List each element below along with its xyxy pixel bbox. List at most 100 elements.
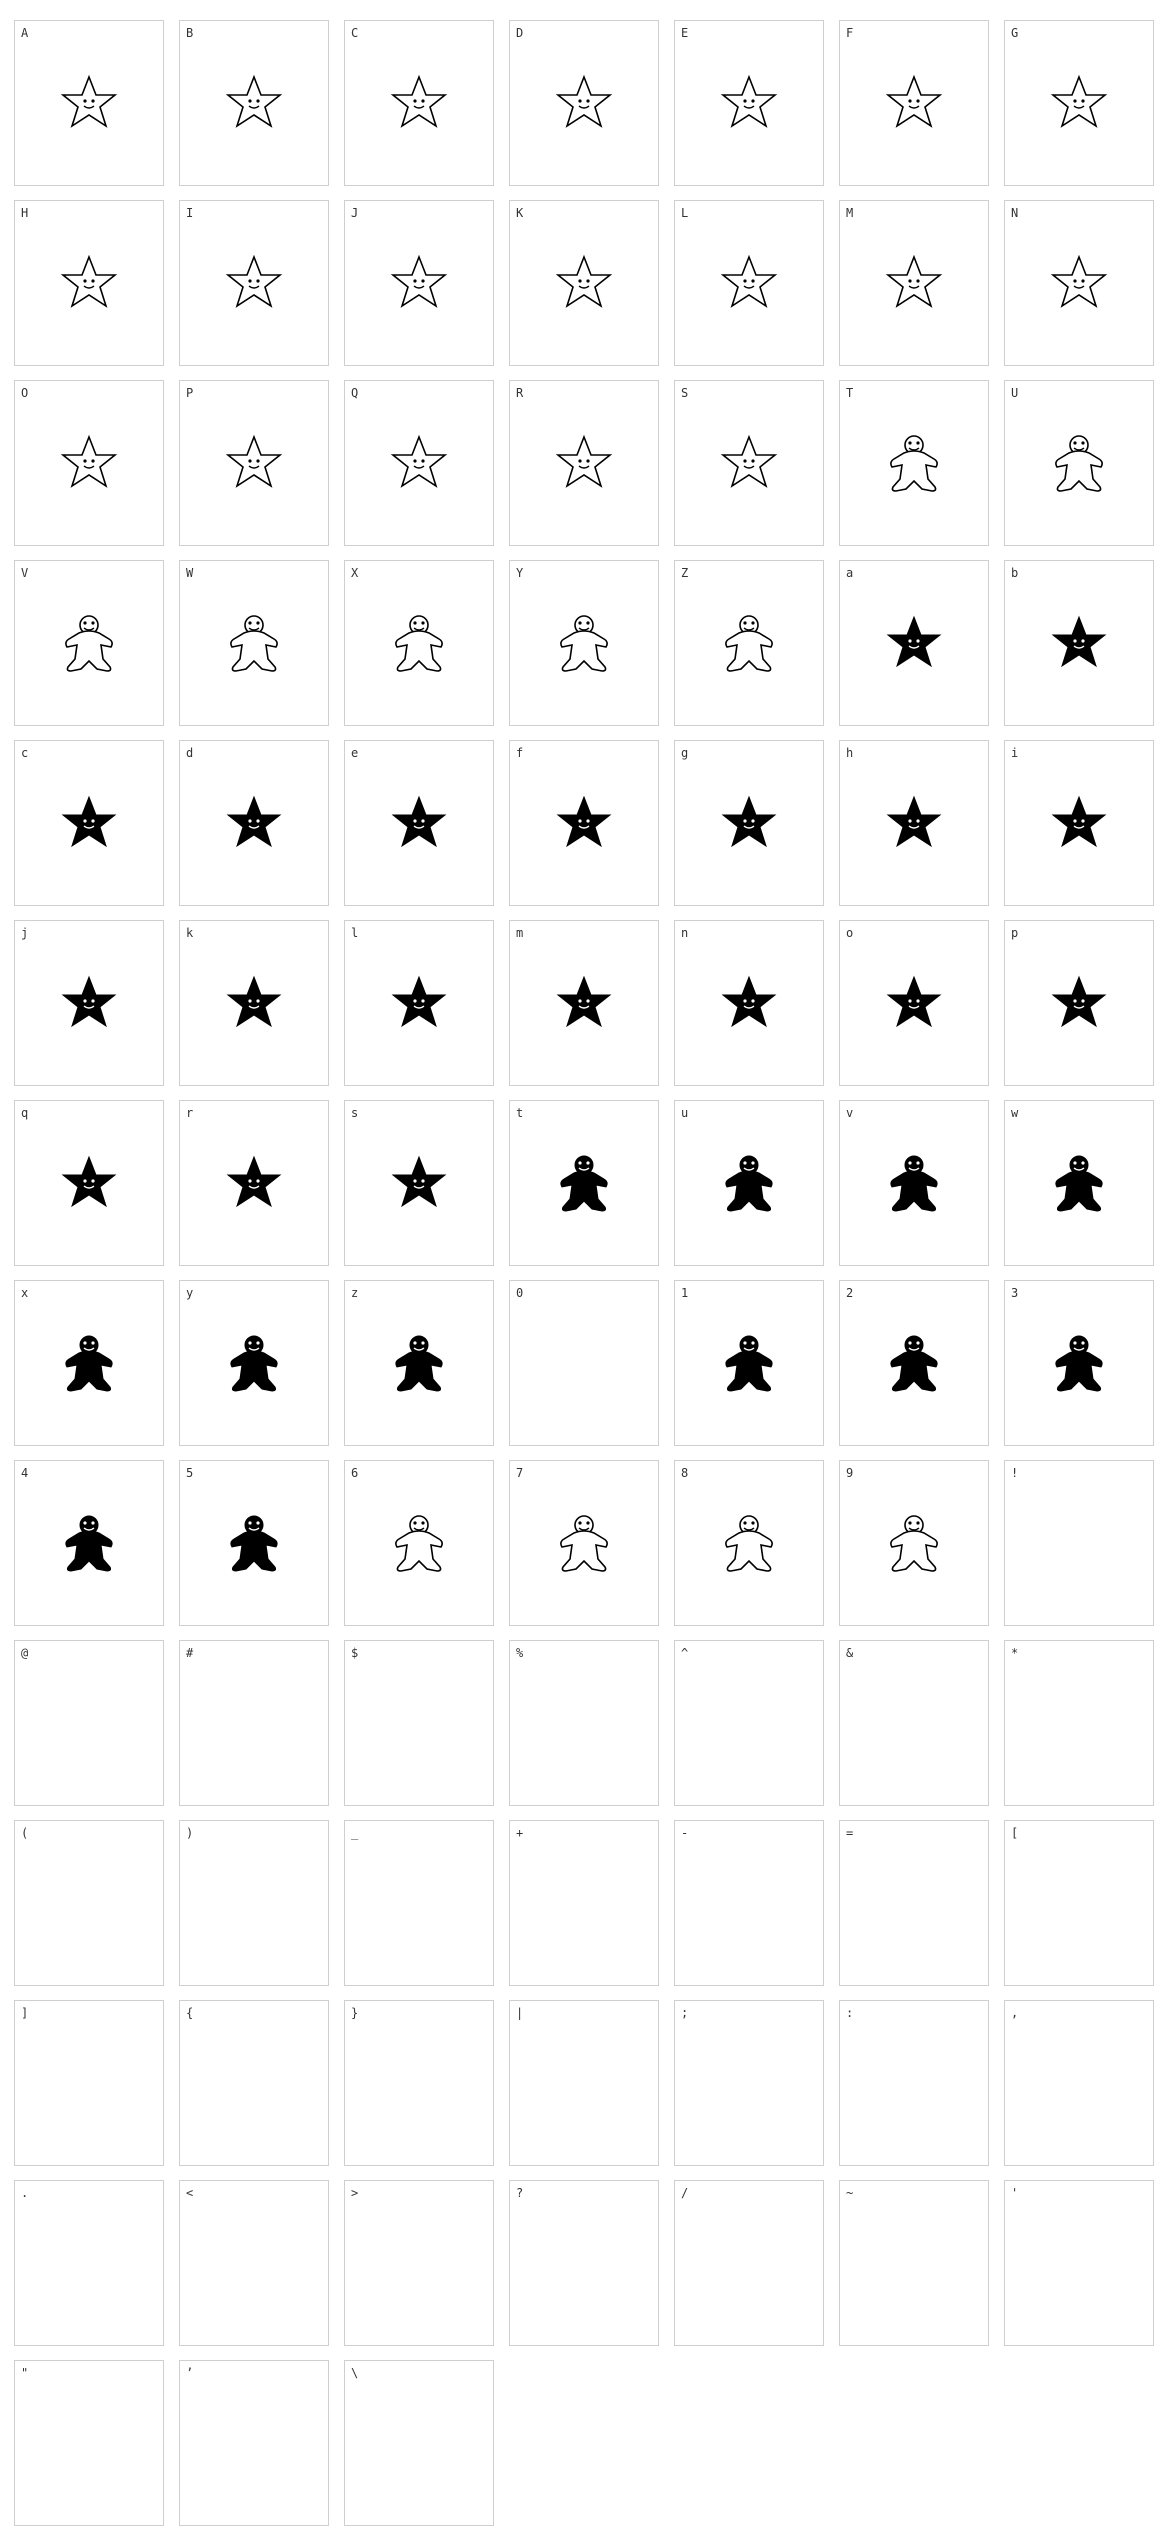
glyph-cell: =: [839, 1820, 989, 1986]
glyph-cell-label: Z: [681, 566, 689, 580]
star-filled-icon: [557, 976, 611, 1027]
glyph-cell-label: +: [516, 1826, 524, 1840]
star-filled-icon: [62, 976, 116, 1027]
glyph-cell: 7: [509, 1460, 659, 1626]
star-filled-icon: [392, 796, 446, 847]
glyph-cell: e: [344, 740, 494, 906]
glyph-cell: <: [179, 2180, 329, 2346]
glyph-cell-label: X: [351, 566, 359, 580]
glyph-cell: J: [344, 200, 494, 366]
glyph-cell: x: [14, 1280, 164, 1446]
star-filled-icon: [887, 616, 941, 667]
glyph-cell-label: u: [681, 1106, 689, 1120]
glyph-cell: a: [839, 560, 989, 726]
gingerbread-filled-icon: [1055, 1335, 1103, 1392]
glyph-cell-label: .: [21, 2186, 29, 2200]
glyph-cell-label: 8: [681, 1466, 689, 1480]
glyph-cell: !: [1004, 1460, 1154, 1626]
gingerbread-filled-icon: [1055, 1155, 1103, 1212]
glyph-cell-label: y: [186, 1286, 194, 1300]
gingerbread-filled-icon: [890, 1155, 938, 1212]
glyph-cell-label: f: [516, 746, 524, 760]
glyph-cell-label: R: [516, 386, 524, 400]
star-filled-icon: [1052, 616, 1106, 667]
gingerbread-filled-icon: [230, 1515, 278, 1572]
gingerbread-filled-icon: [890, 1335, 938, 1392]
glyph-cell-label: !: [1011, 1466, 1019, 1480]
glyph-cell: p: [1004, 920, 1154, 1086]
glyph-cell: B: [179, 20, 329, 186]
glyph-cell: .: [14, 2180, 164, 2346]
glyph-cell-label: _: [351, 1826, 359, 1840]
glyph-cell-label: %: [516, 1646, 524, 1660]
star-outline-icon: [1052, 76, 1106, 127]
glyph-cell-label: {: [186, 2006, 194, 2020]
glyph-cell-label: #: [186, 1646, 194, 1660]
glyph-cell-label: M: [846, 206, 854, 220]
glyph-cell-label: 0: [516, 1286, 524, 1300]
glyph-cell-label: 9: [846, 1466, 854, 1480]
glyph-cell-label: 4: [21, 1466, 29, 1480]
glyph-cell-label: ,: [1011, 2006, 1019, 2020]
glyph-cell: *: [1004, 1640, 1154, 1806]
glyph-cell: u: [674, 1100, 824, 1266]
glyph-cell: c: [14, 740, 164, 906]
star-filled-icon: [227, 1156, 281, 1207]
glyph-cell: Q: [344, 380, 494, 546]
glyph-cell: T: [839, 380, 989, 546]
glyph-cell: H: [14, 200, 164, 366]
glyph-cell-label: ]: [21, 2006, 29, 2020]
glyph-cell-label: ": [21, 2366, 29, 2380]
glyph-cell: _: [344, 1820, 494, 1986]
glyph-cell: 0: [509, 1280, 659, 1446]
glyph-cell-label: 2: [846, 1286, 854, 1300]
glyph-cell: d: [179, 740, 329, 906]
glyph-cell-label: Q: [351, 386, 359, 400]
glyph-cell: L: [674, 200, 824, 366]
star-filled-icon: [722, 976, 776, 1027]
glyph-cell-label: H: [21, 206, 29, 220]
star-outline-icon: [557, 256, 611, 307]
glyph-cell-label: k: [186, 926, 194, 940]
star-filled-icon: [722, 796, 776, 847]
star-outline-icon: [392, 76, 446, 127]
glyph-cell: ): [179, 1820, 329, 1986]
gingerbread-filled-icon: [65, 1515, 113, 1572]
glyph-cell-label: ;: [681, 2006, 689, 2020]
glyph-cell: /: [674, 2180, 824, 2346]
gingerbread-filled-icon: [560, 1155, 608, 1212]
glyph-cell-label: ?: [516, 2186, 524, 2200]
glyph-cell: 9: [839, 1460, 989, 1626]
star-filled-icon: [62, 1156, 116, 1207]
glyph-cell-label: n: [681, 926, 689, 940]
star-outline-icon: [62, 256, 116, 307]
glyph-cell-label: 7: [516, 1466, 524, 1480]
glyph-cell-label: N: [1011, 206, 1019, 220]
glyph-cell-label: B: [186, 26, 194, 40]
glyph-cell: M: [839, 200, 989, 366]
glyph-cell-label: ^: [681, 1646, 689, 1660]
glyph-cell-label: K: [516, 206, 524, 220]
glyph-cell: I: [179, 200, 329, 366]
star-filled-icon: [392, 976, 446, 1027]
glyph-cell: k: [179, 920, 329, 1086]
glyph-cell: R: [509, 380, 659, 546]
glyph-cell: ;: [674, 2000, 824, 2166]
glyph-cell: l: [344, 920, 494, 1086]
glyph-cell: (: [14, 1820, 164, 1986]
star-outline-icon: [887, 76, 941, 127]
glyph-cell: f: [509, 740, 659, 906]
glyph-cell: ': [1004, 2180, 1154, 2346]
glyph-cell: Y: [509, 560, 659, 726]
glyph-cell: $: [344, 1640, 494, 1806]
glyph-cell: -: [674, 1820, 824, 1986]
glyph-cell-label: &: [846, 1646, 854, 1660]
star-filled-icon: [392, 1156, 446, 1207]
glyph-cell-label: Y: [516, 566, 524, 580]
glyph-cell: +: [509, 1820, 659, 1986]
glyph-cell: i: [1004, 740, 1154, 906]
glyph-cell-label: <: [186, 2186, 194, 2200]
glyph-cell-label: P: [186, 386, 194, 400]
glyph-cell: 5: [179, 1460, 329, 1626]
gingerbread-filled-icon: [725, 1335, 773, 1392]
